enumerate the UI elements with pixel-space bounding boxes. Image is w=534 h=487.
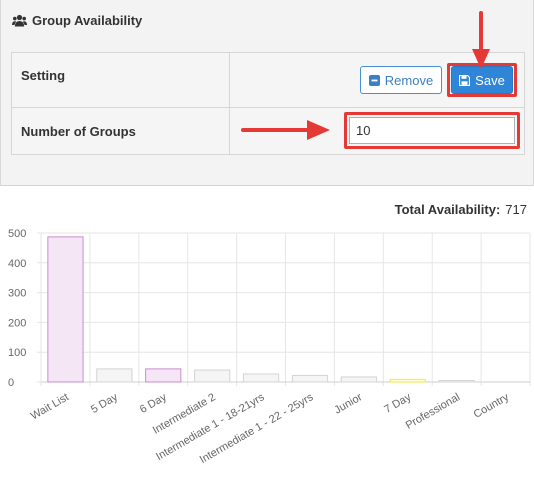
x-tick-label: 6 Day: [138, 391, 169, 416]
bar: [96, 368, 133, 383]
remove-button-label: Remove: [384, 72, 434, 88]
bar: [340, 376, 377, 383]
x-tick-label: 7 Day: [382, 391, 413, 416]
number-of-groups-label: Number of Groups: [11, 107, 230, 155]
total-availability-label: Total Availability:: [394, 202, 501, 217]
x-tick-label: Wait List: [29, 391, 71, 422]
bar: [389, 378, 426, 383]
availability-bar-chart: 0100200300400500Wait List 5 Day 6 DayInter…: [8, 228, 531, 466]
y-tick-label: 500: [8, 228, 26, 240]
right-arrow-annotation: [241, 120, 330, 140]
users-icon: [12, 14, 27, 27]
bar: [242, 373, 280, 383]
minus-square-icon: [368, 74, 380, 86]
y-tick-label: 0: [8, 377, 14, 389]
y-tick-label: 400: [8, 258, 26, 270]
panel-title: Group Availability: [32, 13, 143, 28]
down-arrow-annotation: [472, 11, 490, 69]
total-availability: Total Availability: 717: [395, 202, 527, 217]
floppy-disk-icon: [459, 74, 471, 86]
bar: [194, 369, 231, 383]
y-tick-label: 200: [8, 317, 26, 329]
x-tick-label: Country: [472, 391, 512, 421]
bar: [438, 380, 475, 383]
bar: [47, 236, 84, 383]
total-availability-value: 717: [505, 202, 527, 217]
group-availability-panel: Group Availability Setting Remove Save N…: [0, 0, 534, 186]
x-tick-label: 5 Day: [89, 391, 120, 416]
x-tick-label: Junior: [332, 391, 364, 417]
setting-label: Setting: [11, 52, 230, 108]
y-tick-label: 100: [8, 347, 26, 359]
number-of-groups-input[interactable]: [349, 117, 515, 144]
bar: [145, 368, 182, 383]
save-button-label: Save: [475, 72, 505, 88]
panel-heading: Group Availability: [12, 13, 142, 28]
setting-row: Setting Remove Save: [11, 52, 525, 108]
x-tick-label: Professional: [404, 391, 462, 432]
y-tick-label: 300: [8, 288, 26, 300]
remove-button[interactable]: Remove: [360, 66, 442, 94]
bar: [291, 374, 329, 383]
